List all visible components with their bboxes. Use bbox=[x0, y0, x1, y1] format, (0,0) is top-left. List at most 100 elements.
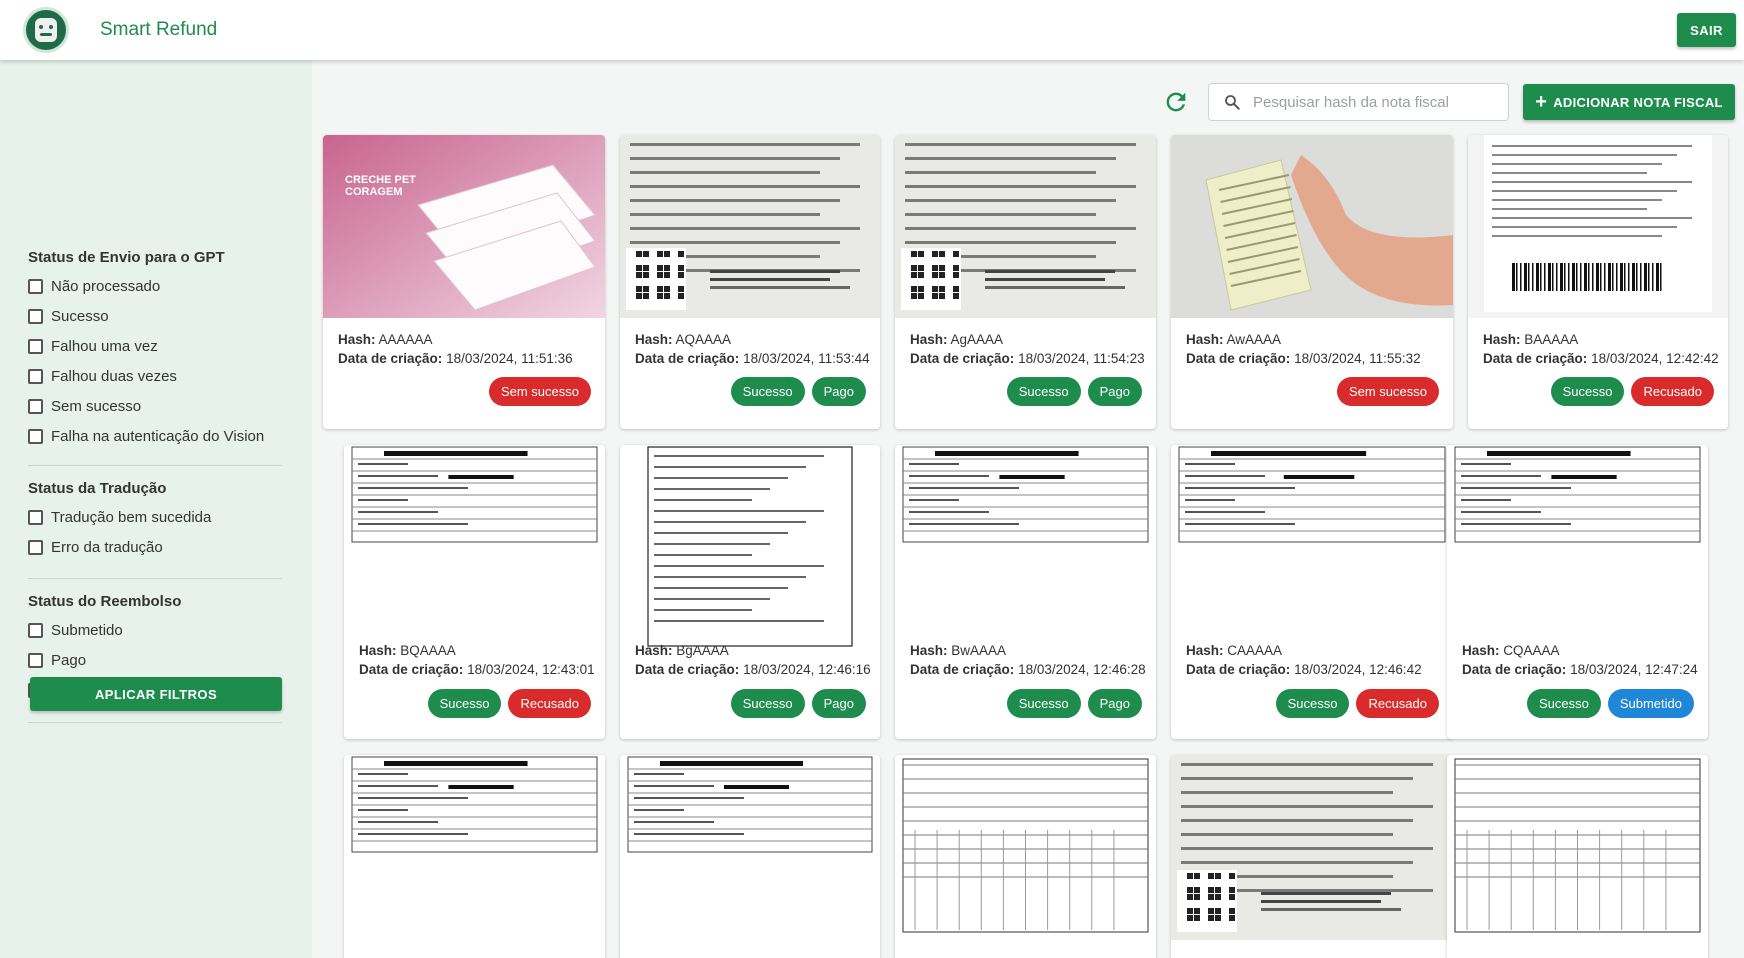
add-invoice-button[interactable]: + ADICIONAR NOTA FISCAL bbox=[1523, 84, 1735, 120]
checkbox[interactable] bbox=[28, 398, 43, 414]
invoice-thumbnail[interactable] bbox=[1447, 755, 1708, 940]
hash-label: Hash: bbox=[635, 332, 673, 347]
date-value: 18/03/2024, 12:46:28 bbox=[1018, 662, 1146, 677]
invoice-thumbnail[interactable] bbox=[344, 445, 605, 650]
search-icon bbox=[1225, 95, 1240, 110]
hash-value: AQAAAA bbox=[675, 332, 732, 347]
invoice-card[interactable]: Hash: BQAAAA Data de criação: 18/03/2024,… bbox=[344, 445, 605, 739]
checkbox[interactable] bbox=[28, 368, 43, 384]
status-chips: Sucesso Pago bbox=[730, 689, 866, 718]
status-chip: Sucesso bbox=[1006, 689, 1081, 718]
refresh-icon[interactable] bbox=[1162, 88, 1190, 116]
logout-button[interactable]: SAIR bbox=[1677, 13, 1736, 47]
filter-option-label: Falhou uma vez bbox=[51, 337, 158, 355]
plus-icon: + bbox=[1535, 91, 1548, 113]
filter-option[interactable]: Pago bbox=[28, 645, 282, 675]
invoice-thumbnail[interactable] bbox=[895, 755, 1156, 940]
status-chip: Sem sucesso bbox=[1336, 377, 1439, 406]
invoice-card[interactable]: Hash: CAAAAA Data de criação: 18/03/2024,… bbox=[1171, 445, 1453, 739]
invoice-thumbnail[interactable] bbox=[895, 135, 1156, 318]
invoice-card[interactable] bbox=[1447, 755, 1708, 958]
invoice-thumbnail[interactable] bbox=[1468, 135, 1728, 318]
invoice-card[interactable]: Hash: BwAAAA Data de criação: 18/03/2024,… bbox=[895, 445, 1156, 739]
invoice-thumbnail[interactable] bbox=[620, 135, 880, 318]
invoice-thumbnail[interactable] bbox=[1171, 755, 1453, 940]
date-value: 18/03/2024, 12:46:16 bbox=[743, 662, 871, 677]
filter-option[interactable]: Falhou duas vezes bbox=[28, 361, 282, 391]
hash-value: BQAAAA bbox=[400, 643, 456, 658]
invoice-card[interactable]: CRECHE PET CORAGEM Hash: AAAAAA Data de cri… bbox=[323, 135, 605, 429]
status-chips: Sucesso Recusado bbox=[1275, 689, 1439, 718]
hash-label: Hash: bbox=[1186, 643, 1224, 658]
status-chip: Sem sucesso bbox=[488, 377, 591, 406]
checkbox[interactable] bbox=[28, 622, 43, 638]
invoice-card[interactable] bbox=[895, 755, 1156, 958]
search-field[interactable] bbox=[1208, 83, 1509, 121]
filter-option[interactable]: Sucesso bbox=[28, 301, 282, 331]
date-label: Data de criação: bbox=[338, 351, 443, 366]
hash-label: Hash: bbox=[910, 332, 948, 347]
status-chips: Sucesso Recusado bbox=[427, 689, 591, 718]
app-bar: Smart Refund SAIR bbox=[0, 0, 1744, 60]
date-label: Data de criação: bbox=[910, 662, 1015, 677]
date-label: Data de criação: bbox=[635, 351, 740, 366]
filter-option[interactable]: Sem sucesso bbox=[28, 391, 282, 421]
date-line: Data de criação: 18/03/2024, 12:43:01 bbox=[359, 662, 595, 681]
date-value: 18/03/2024, 12:47:24 bbox=[1570, 662, 1698, 677]
invoice-info: Hash: CQAAAA Data de criação: 18/03/2024,… bbox=[1462, 643, 1698, 681]
invoice-thumbnail[interactable] bbox=[620, 755, 880, 940]
invoice-info: Hash: AgAAAA Data de criação: 18/03/2024,… bbox=[910, 332, 1145, 370]
invoice-card[interactable]: Hash: BAAAAA Data de criação: 18/03/2024,… bbox=[1468, 135, 1728, 429]
hash-label: Hash: bbox=[338, 332, 376, 347]
invoice-thumbnail[interactable] bbox=[895, 445, 1156, 650]
filter-option[interactable]: Submetido bbox=[28, 615, 282, 645]
invoice-thumbnail[interactable] bbox=[1171, 135, 1453, 318]
search-input[interactable] bbox=[1253, 93, 1493, 111]
invoice-thumbnail[interactable]: CRECHE PET CORAGEM bbox=[323, 135, 605, 318]
filter-option[interactable]: Falhou uma vez bbox=[28, 331, 282, 361]
filter-option-label: Não processado bbox=[51, 277, 161, 295]
filter-option-label: Falhou duas vezes bbox=[51, 367, 177, 385]
date-value: 18/03/2024, 12:43:01 bbox=[467, 662, 595, 677]
date-line: Data de criação: 18/03/2024, 11:51:36 bbox=[338, 351, 573, 370]
invoice-card[interactable]: Hash: AgAAAA Data de criação: 18/03/2024,… bbox=[895, 135, 1156, 429]
invoice-card[interactable]: Hash: CQAAAA Data de criação: 18/03/2024,… bbox=[1447, 445, 1708, 739]
filter-option[interactable]: Não processado bbox=[28, 271, 282, 301]
date-line: Data de criação: 18/03/2024, 12:46:16 bbox=[635, 662, 871, 681]
checkbox[interactable] bbox=[28, 509, 43, 525]
hash-value: BwAAAA bbox=[951, 643, 1007, 658]
checkbox[interactable] bbox=[28, 278, 43, 294]
hash-line: Hash: CAAAAA bbox=[1186, 643, 1422, 662]
invoice-thumbnail[interactable] bbox=[1171, 445, 1453, 650]
invoice-thumbnail[interactable] bbox=[1447, 445, 1708, 650]
apply-filters-button[interactable]: APLICAR FILTROS bbox=[30, 677, 282, 711]
filter-option[interactable]: Erro da tradução bbox=[28, 532, 282, 562]
status-chip: Recusado bbox=[1356, 689, 1439, 718]
filter-divider bbox=[28, 722, 282, 723]
checkbox[interactable] bbox=[28, 428, 43, 444]
date-value: 18/03/2024, 11:54:23 bbox=[1018, 351, 1145, 366]
invoice-card[interactable]: Hash: BgAAAA Data de criação: 18/03/2024,… bbox=[620, 445, 880, 739]
invoice-thumbnail[interactable] bbox=[344, 755, 605, 940]
invoice-info: Hash: AQAAAA Data de criação: 18/03/2024,… bbox=[635, 332, 870, 370]
invoice-card[interactable]: Hash: AwAAAA Data de criação: 18/03/2024,… bbox=[1171, 135, 1453, 429]
date-label: Data de criação: bbox=[359, 662, 464, 677]
checkbox[interactable] bbox=[28, 338, 43, 354]
filter-group-title: Status de Envio para o GPT bbox=[28, 249, 225, 266]
filter-option[interactable]: Tradução bem sucedida bbox=[28, 502, 282, 532]
invoice-card[interactable] bbox=[1171, 755, 1453, 958]
checkbox[interactable] bbox=[28, 539, 43, 555]
filter-group: Status de Envio para o GPT Não processado… bbox=[28, 249, 282, 451]
date-value: 18/03/2024, 12:42:42 bbox=[1591, 351, 1719, 366]
date-value: 18/03/2024, 11:53:44 bbox=[743, 351, 870, 366]
invoice-card[interactable]: Hash: AQAAAA Data de criação: 18/03/2024,… bbox=[620, 135, 880, 429]
checkbox[interactable] bbox=[28, 652, 43, 668]
invoice-card[interactable] bbox=[620, 755, 880, 958]
app-title: Smart Refund bbox=[100, 19, 218, 40]
invoice-card[interactable] bbox=[344, 755, 605, 958]
invoice-thumbnail[interactable] bbox=[620, 445, 880, 650]
filter-option[interactable]: Falha na autenticação do Vision bbox=[28, 421, 282, 451]
checkbox[interactable] bbox=[28, 308, 43, 324]
status-chip: Pago bbox=[1087, 377, 1142, 406]
hash-label: Hash: bbox=[1186, 332, 1224, 347]
